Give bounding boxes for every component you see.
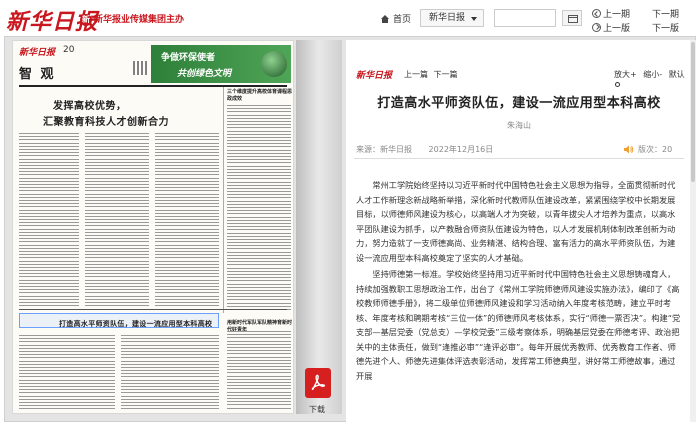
- article-meta: 来源：新华日报 2022年12月16日: [356, 144, 507, 155]
- newspaper-page[interactable]: 新华日报 20 智 观 争做环保使者 共创绿色文明 发挥高校优势， 汇聚教育科技…: [12, 40, 294, 414]
- article-paragraph: 坚持师德第一标准。学校始终坚持用习近平新时代中国特色社会主义思想铸魂育人，持续加…: [356, 269, 681, 381]
- paper-select[interactable]: 新华日报: [420, 9, 484, 27]
- pdf-icon: [311, 374, 326, 390]
- article-paragraph: 常州工学院始终坚持以习近平新时代中国特色社会主义思想为指导，全面贯彻新时代人才工…: [356, 180, 676, 263]
- paper-side-headline[interactable]: 三个维度提升高校体育课程思政成效: [227, 89, 293, 103]
- article-source: 来源：新华日报: [356, 145, 412, 154]
- paper-select-value: 新华日报: [429, 13, 466, 23]
- group-logo-mark: 新: [80, 13, 92, 26]
- zoom-in-button[interactable]: 放大+: [614, 70, 637, 79]
- article-pager: 上一篇 下一篇: [404, 69, 461, 80]
- article-panel: 新华日报 上一篇 下一篇 放大+ 缩小- 默认 打造高水平师资队伍，建设一流应用…: [346, 40, 692, 422]
- home-label: 首页: [393, 15, 412, 25]
- ad-line-1: 争做环保使者: [161, 53, 216, 63]
- paper-section-title: 智 观: [19, 67, 56, 82]
- prev-period-link[interactable]: 上一期: [592, 7, 630, 20]
- paper-headline-line2[interactable]: 汇聚教育科技人才创新合力: [43, 113, 169, 128]
- chevron-down-icon: [471, 17, 477, 21]
- next-page-label: 下一版: [652, 24, 680, 34]
- next-page-link[interactable]: 下一版: [652, 21, 679, 34]
- prev-article-link[interactable]: 上一篇: [404, 70, 428, 79]
- ad-line-2: 共创绿色文明: [177, 69, 232, 79]
- pdf-download-button[interactable]: [305, 368, 331, 398]
- date-input[interactable]: [494, 9, 556, 27]
- article-author: 朱海山: [507, 121, 531, 130]
- prev-page-label: 上一版: [603, 24, 631, 34]
- article-date: 2022年12月16日: [428, 145, 494, 154]
- article-divider: [354, 158, 684, 159]
- article-text-block: [155, 133, 219, 308]
- arrow-down-icon: [592, 23, 601, 32]
- scrollbar-thumb[interactable]: [691, 42, 695, 182]
- paper-headline-line1[interactable]: 发挥高校优势，: [53, 97, 127, 112]
- next-period-label: 下一期: [652, 10, 680, 20]
- home-icon: [381, 14, 389, 23]
- article-text-block: [19, 335, 115, 412]
- download-label: 下载: [309, 405, 325, 414]
- prev-period-label: 上一期: [603, 10, 631, 20]
- next-article-link[interactable]: 下一篇: [434, 70, 458, 79]
- paper-bottom-headline[interactable]: 打造高水平师资队伍，建设一流应用型本科高校: [59, 319, 212, 329]
- paper-rule: [19, 309, 287, 310]
- home-link[interactable]: 首页: [380, 12, 411, 25]
- calendar-button[interactable]: [562, 10, 582, 26]
- reset-label: 默认: [668, 70, 685, 79]
- arrow-up-icon: [592, 9, 601, 18]
- article-text-block: [227, 331, 291, 411]
- article-logo: 新华日报: [356, 71, 393, 81]
- article-body: 常州工学院始终坚持以习近平新时代中国特色社会主义思想为指导，全面贯彻新时代人才工…: [356, 178, 682, 385]
- group-logo-text: 新华报业传媒集团主办: [94, 15, 185, 25]
- article-text-block: [227, 105, 291, 312]
- group-logo: 新新华报业传媒集团主办: [80, 12, 184, 26]
- column-divider: [223, 87, 224, 313]
- reset-icon: [615, 82, 620, 87]
- paper-masthead: 新华日报: [19, 48, 56, 58]
- article-version: 版次：20: [624, 144, 672, 155]
- article-title: 打造高水平师资队伍，建设一流应用型本科高校: [377, 96, 661, 111]
- globe-icon: [261, 51, 287, 77]
- paper-rule: [19, 85, 287, 87]
- paper-page-number: 20: [63, 45, 75, 55]
- zoom-out-button[interactable]: 缩小-: [643, 70, 662, 79]
- speaker-icon[interactable]: [624, 145, 634, 154]
- article-text-block: [19, 133, 79, 308]
- top-bar: 新华日报 新新华报业传媒集团主办 首页 新华日报 上一期 下一期 上一版 下一版: [0, 0, 698, 38]
- qr-code-icon: [133, 61, 147, 75]
- prev-page-link[interactable]: 上一版: [592, 21, 630, 34]
- font-tools: 放大+ 缩小- 默认: [614, 69, 692, 89]
- article-text-block: [121, 335, 219, 412]
- environment-ad[interactable]: 争做环保使者 共创绿色文明: [151, 45, 291, 83]
- article-text-block: [85, 133, 149, 308]
- page-fold: [296, 40, 342, 414]
- calendar-icon: [568, 15, 578, 23]
- next-period-link[interactable]: 下一期: [652, 7, 679, 20]
- version-label: 版次：20: [638, 145, 673, 154]
